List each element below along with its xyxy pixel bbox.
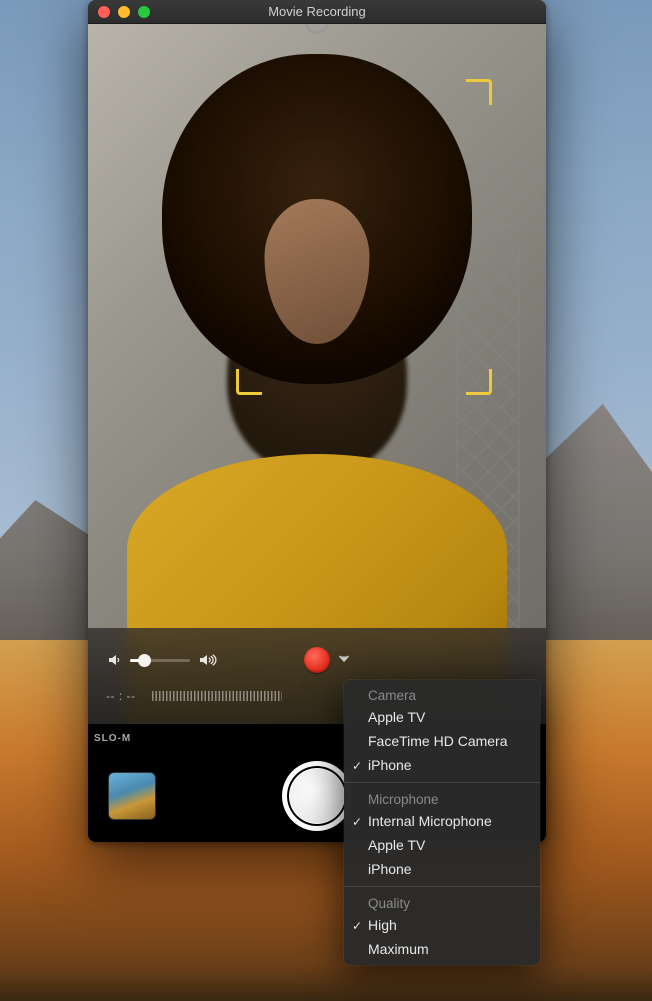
volume-low-icon — [106, 652, 122, 668]
focus-corner-br-icon — [466, 369, 492, 395]
window-title: Movie Recording — [88, 0, 546, 24]
audio-level-meter — [152, 691, 282, 701]
volume-slider-thumb[interactable] — [138, 654, 151, 667]
shutter-button[interactable] — [282, 761, 352, 831]
slomo-label: SLO-M — [94, 733, 131, 744]
minimize-button[interactable] — [118, 6, 130, 18]
camera-preview[interactable] — [88, 24, 546, 724]
titlebar[interactable]: Movie Recording — [88, 0, 546, 24]
menu-item-mic-iphone[interactable]: iPhone — [344, 857, 540, 881]
menu-separator — [344, 782, 540, 783]
menu-header-quality: Quality — [344, 892, 540, 913]
focus-corner-tr-icon — [466, 79, 492, 105]
menu-item-camera-facetime[interactable]: FaceTime HD Camera — [344, 729, 540, 753]
menu-separator — [344, 886, 540, 887]
movie-recording-window: Movie Recording — [88, 0, 546, 842]
traffic-lights — [88, 6, 150, 18]
volume-slider[interactable] — [130, 659, 190, 662]
maximize-button[interactable] — [138, 6, 150, 18]
menu-item-quality-maximum[interactable]: Maximum — [344, 937, 540, 961]
record-options-chevron-icon[interactable] — [339, 655, 349, 666]
record-options-menu: Camera Apple TV FaceTime HD Camera iPhon… — [344, 680, 540, 965]
menu-header-camera: Camera — [344, 684, 540, 705]
time-display: -- : -- — [106, 689, 136, 703]
record-button[interactable] — [304, 647, 330, 673]
controls-row — [106, 638, 528, 682]
close-button[interactable] — [98, 6, 110, 18]
menu-item-mic-internal[interactable]: Internal Microphone — [344, 809, 540, 833]
menu-item-mic-appletv[interactable]: Apple TV — [344, 833, 540, 857]
menu-item-camera-appletv[interactable]: Apple TV — [344, 705, 540, 729]
menu-header-microphone: Microphone — [344, 788, 540, 809]
menu-item-quality-high[interactable]: High — [344, 913, 540, 937]
volume-high-icon — [198, 652, 218, 668]
menu-item-camera-iphone[interactable]: iPhone — [344, 753, 540, 777]
last-photo-thumbnail[interactable] — [108, 772, 156, 820]
